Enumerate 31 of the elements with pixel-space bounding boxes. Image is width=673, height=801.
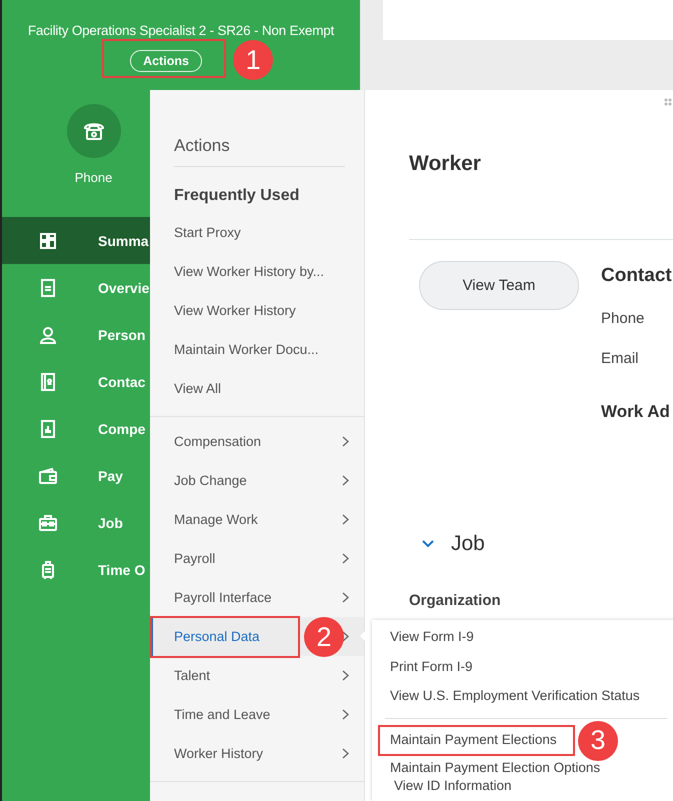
step-badge: 1 <box>233 40 274 80</box>
work-address-heading: Work Ad <box>601 402 671 422</box>
phone-label: Phone <box>74 170 112 185</box>
category-label: Compensation <box>174 434 262 449</box>
field-label: Email <box>601 350 640 367</box>
sidebar-label: Compe <box>98 420 146 436</box>
sidebar-label: Job <box>98 514 123 530</box>
sidebar-label: Time O <box>98 562 146 578</box>
section-title: Job <box>451 532 485 556</box>
category-label: Time and Leave <box>174 707 270 722</box>
field-label: Phone <box>601 310 646 327</box>
category-label: Worker History <box>174 746 264 761</box>
worker-job-title: Facility Operations Specialist 2 - SR26 - Non Exempt <box>28 23 334 38</box>
step-badge: 3 <box>578 720 618 760</box>
sidebar-label: Contac <box>98 374 146 390</box>
menu-heading: Frequently Used <box>174 187 300 205</box>
category-label: Payroll <box>174 551 216 566</box>
contact-heading: Contact <box>601 265 672 287</box>
section-title: Worker <box>409 152 482 176</box>
step-badge: 2 <box>304 617 344 657</box>
organization-label: Organization <box>409 592 502 609</box>
menu-title: Actions <box>174 136 231 156</box>
sidebar-label: Summa <box>98 232 149 248</box>
sidebar-label: Overvie <box>98 280 150 296</box>
category-label: Manage Work <box>174 512 258 527</box>
category-label: Talent <box>174 668 210 683</box>
category-label: Personal Data <box>174 629 260 644</box>
sidebar-label: Pay <box>98 468 123 484</box>
sidebar-label: Person <box>98 326 146 342</box>
category-label: Job Change <box>174 473 247 488</box>
category-label: Payroll Interface <box>174 590 272 605</box>
